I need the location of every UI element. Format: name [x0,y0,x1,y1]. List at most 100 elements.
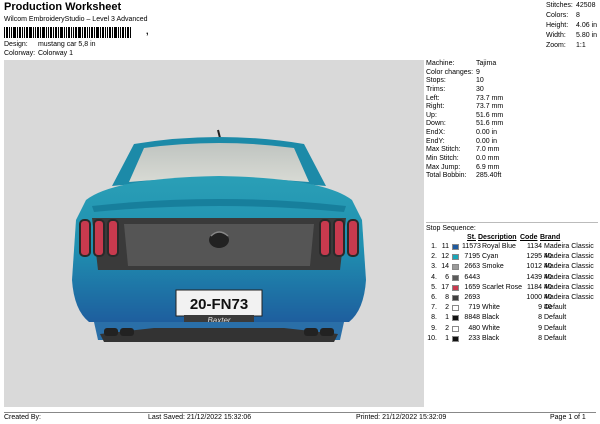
header-brand: Brand [540,234,561,241]
stop-sequence-header: St. Description Code Brand [426,233,598,242]
stitch-count: 233 [468,334,480,342]
software-name: Wilcom EmbroideryStudio – Level 3 Advanc… [4,16,148,23]
machine-info-label: Left: [426,94,440,102]
machine-info-row: Total Bobbin: 285.40ft [426,172,598,181]
machine-info-value: 0.00 in [476,137,498,145]
thread-brand: Madeira Classic 40 [544,283,594,301]
colorway-label: Colorway: [4,50,36,57]
barcode-bar [120,27,121,38]
color-description: Cyan [482,253,499,261]
barcode-bar [50,27,52,38]
row-number: 6. [431,293,437,301]
barcode-bar [9,27,10,38]
color-description: Black [482,334,500,342]
barcode-bar [26,27,28,38]
machine-info-value: 0.00 in [476,129,498,137]
barcode-bar [94,27,95,38]
barcode-bar [91,27,93,38]
machine-info-row: Left: 73.7 mm [426,95,598,104]
thread-brand: Madeira Classic 40 [544,243,594,261]
design-row: Design: mustang car 5,8 in [4,41,96,48]
barcode-bar [60,27,63,38]
barcode-bar [127,27,129,38]
barcode-bar [68,27,70,38]
barcode [4,27,144,38]
color-swatch [452,284,459,291]
barcode-bar [75,27,77,38]
summary-value: 5.80 in [576,32,598,39]
thread-brand: Madeira Classic 40 [544,263,594,281]
machine-info-label: EndY: [426,137,445,145]
color-swatch [452,315,459,322]
color-description: Royal Blue [482,243,516,250]
machine-info-label: Min Stitch: [426,155,459,163]
color-swatch [452,325,459,332]
stop-number: 8 [445,293,449,301]
barcode-bar [114,27,117,38]
machine-info-label: Right: [426,103,445,111]
barcode-bar [37,27,39,38]
thread-code: 1000 [526,293,542,301]
stop-sequence-title: Stop Sequence: [426,225,476,232]
stop-sequence-row: 1. 11 11573 Royal Blue 1134 Madeira Classic 4… [426,242,598,261]
worksheet-title: Production Worksheet [4,1,122,13]
barcode-bar [19,27,21,38]
design-value: mustang car 5,8 in [37,41,96,48]
barcode-bar [96,27,99,38]
thread-code: 9 [538,304,542,312]
thread-code: 1012 [526,263,542,271]
row-number: 10. [427,334,437,342]
barcode-bar [46,27,47,38]
stop-number: 14 [441,263,449,271]
machine-info-row: Max Stitch: 7.0 mm [426,146,598,155]
machine-info-value: 51.6 mm [476,120,504,128]
thread-brand: Default [544,324,567,332]
barcode-bar [55,27,57,38]
barcode-bar [53,27,54,38]
color-description: White [482,324,500,332]
barcode-bar [118,27,119,38]
plate-number: 20-FN73 [190,296,248,313]
thread-brand: Default [544,304,567,312]
row-number: 5. [431,283,437,291]
stitch-count: 2693 [464,293,480,301]
embroidery-car-image: 20-FN73 Baxter [72,129,366,342]
stop-number: 1 [445,334,449,342]
stop-number: 2 [445,304,449,312]
color-description: White [482,304,500,312]
thread-code: 1295 [526,253,542,261]
design-preview: 20-FN73 Baxter [4,60,424,407]
barcode-bar [58,27,59,38]
machine-info-label: Max Stitch: [426,146,461,154]
barcode-bar [100,27,101,38]
machine-info-value: 73.7 mm [476,94,504,102]
stitch-count: 11573 [462,243,481,250]
summary-value: 4.06 in [576,22,598,29]
machine-info-row: EndY: 0.00 in [426,138,598,147]
machine-info-value: 73.7 mm [476,103,504,111]
machine-info-label: Stops: [426,77,446,85]
stop-sequence-row: 2. 12 7195 Cyan 1295 Madeira Classic 40 [426,252,598,270]
stitch-count: 719 [468,304,480,312]
color-swatch [452,305,459,312]
stop-number: 6 [445,273,449,281]
thread-code: 1184 [526,283,542,291]
machine-info-panel: Machine: Tajima Color changes: 9 Stops: 10 Tri… [426,60,598,181]
printed-date: Printed: 21/12/2022 15:32:09 [356,414,447,421]
color-swatch [452,264,459,271]
machine-info-row: Machine: Tajima [426,60,598,69]
machine-info-value: 51.6 mm [476,111,504,119]
stitch-count: 8848 [464,314,480,322]
stitch-count: 2663 [464,263,480,271]
color-description [482,273,524,283]
machine-info-row: Max Jump: 6.9 mm [426,164,598,173]
summary-value: 42508 [576,2,596,9]
stop-number: 12 [441,253,449,261]
color-swatch [452,335,459,342]
summary-row: Width: 5.80 in [546,31,598,41]
machine-info-row: EndX: 0.00 in [426,129,598,138]
machine-info-label: Trims: [426,85,446,93]
barcode-bar [64,27,65,38]
machine-info-row: Right: 73.7 mm [426,103,598,112]
thread-brand: Default [544,314,567,322]
